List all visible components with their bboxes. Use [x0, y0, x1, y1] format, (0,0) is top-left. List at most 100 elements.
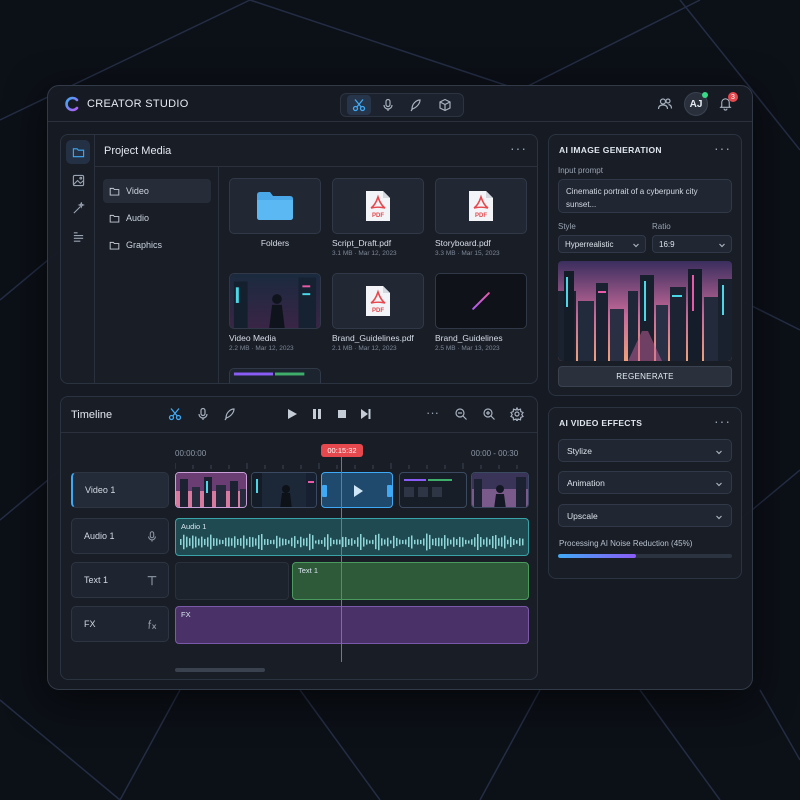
- media-tile-storyboard[interactable]: PDF Storyboard.pdf 3.3 MB · Mar 15, 2023: [435, 178, 527, 257]
- rail-text-button[interactable]: [66, 224, 90, 248]
- ai-image-more-button[interactable]: ···: [714, 140, 731, 156]
- track-name: Video 1: [85, 485, 116, 495]
- video-clip[interactable]: [175, 472, 247, 508]
- cut-tool-button[interactable]: [347, 95, 372, 115]
- scissors-icon[interactable]: [168, 407, 182, 421]
- waveform-bar: [519, 538, 521, 546]
- track-label-fx[interactable]: FX: [71, 606, 169, 642]
- track-name: FX: [84, 619, 96, 629]
- timeline-range: 00:00 - 00:30: [471, 449, 519, 458]
- pdf-file-icon: PDF: [366, 191, 390, 221]
- clip-trim-handle-left[interactable]: [322, 485, 327, 497]
- rail-folder-button[interactable]: [66, 140, 90, 164]
- waveform-bar: [327, 534, 329, 550]
- track-label-text-1[interactable]: Text 1: [71, 562, 169, 598]
- pdf-file-icon: PDF: [366, 286, 390, 316]
- zoom-out-icon[interactable]: [454, 407, 468, 421]
- chevron-down-icon: [719, 243, 725, 248]
- waveform-bar: [417, 539, 419, 545]
- progress-fill: [558, 554, 637, 558]
- media-tile-partial[interactable]: [229, 368, 321, 383]
- waveform-bar: [354, 540, 356, 544]
- timeline-scrollbar[interactable]: [175, 668, 265, 672]
- audio-tool-button[interactable]: [376, 95, 400, 115]
- prompt-input[interactable]: Cinematic portrait of a cyberpunk city s…: [558, 179, 732, 213]
- microphone-icon: [148, 531, 156, 542]
- waveform-bar: [192, 535, 194, 549]
- waveform-bar: [360, 534, 362, 550]
- rail-image-button[interactable]: [66, 168, 90, 192]
- folder-item-graphics[interactable]: Graphics: [103, 233, 211, 257]
- clip-trim-handle-right[interactable]: [387, 485, 392, 497]
- ratio-select[interactable]: 16:9: [652, 235, 732, 253]
- text-clip[interactable]: Text 1: [292, 562, 529, 600]
- waveform-bar: [261, 534, 263, 550]
- waveform-bar: [396, 537, 398, 547]
- tile-thumbnail: [229, 273, 321, 329]
- audio-clip[interactable]: Audio 1: [175, 518, 529, 556]
- media-more-button[interactable]: ···: [510, 140, 527, 156]
- waveform-bar: [459, 536, 461, 548]
- waveform-bar: [501, 537, 503, 547]
- gear-icon[interactable]: [510, 407, 524, 421]
- tile-name: Brand_Guidelines: [435, 333, 503, 343]
- upscale-select[interactable]: Upscale: [558, 504, 732, 527]
- street-clip-thumbnail: [252, 473, 316, 507]
- video-clip[interactable]: [471, 472, 529, 508]
- magic-pen-icon[interactable]: [223, 407, 237, 421]
- magic-wand-icon: [72, 201, 85, 214]
- skip-forward-icon[interactable]: [360, 407, 372, 421]
- generated-image-preview[interactable]: [558, 261, 732, 361]
- user-avatar[interactable]: AJ: [684, 92, 708, 116]
- regenerate-button[interactable]: REGENERATE: [558, 366, 732, 387]
- waveform-bar: [513, 538, 515, 546]
- ai-video-more-button[interactable]: ···: [714, 413, 731, 429]
- chevron-down-icon: [716, 515, 722, 520]
- media-tile-script-draft[interactable]: PDF Script_Draft.pdf 3.1 MB · Mar 12, 20…: [332, 178, 424, 257]
- pause-icon[interactable]: [311, 407, 323, 421]
- zoom-in-icon[interactable]: [482, 407, 496, 421]
- play-icon[interactable]: [286, 407, 298, 421]
- creator-studio-window: CREATOR STUDIO AJ 3 Project Media ··· Vi…: [47, 85, 753, 690]
- video-clip[interactable]: [251, 472, 317, 508]
- scissors-icon: [353, 99, 366, 112]
- animation-select[interactable]: Animation: [558, 471, 732, 494]
- effect-label: Stylize: [567, 445, 593, 456]
- magic-tool-button[interactable]: [404, 95, 428, 115]
- video-clip[interactable]: [399, 472, 467, 508]
- style-select[interactable]: Hyperrealistic: [558, 235, 646, 253]
- stylize-select[interactable]: Stylize: [558, 439, 732, 462]
- media-tile-video-media[interactable]: Video Media 2.2 MB · Mar 12, 2023: [229, 273, 321, 352]
- rail-effects-button[interactable]: [66, 196, 90, 220]
- waveform-bar: [201, 536, 203, 548]
- users-icon[interactable]: [657, 96, 673, 112]
- waveform-bar: [342, 536, 344, 548]
- waveform-bar: [270, 540, 272, 544]
- media-tile-brand-guidelines[interactable]: Brand_Guidelines 2.5 MB · Mar 13, 2023: [435, 273, 527, 352]
- waveform-bar: [435, 538, 437, 546]
- stop-icon[interactable]: [336, 407, 348, 421]
- tile-name: Brand_Guidelines.pdf: [332, 333, 414, 343]
- waveform-bar: [219, 539, 221, 545]
- media-tile-brand-guidelines-pdf[interactable]: PDF Brand_Guidelines.pdf 2.1 MB · Mar 12…: [332, 273, 424, 352]
- media-tile-folders[interactable]: Folders: [229, 178, 321, 248]
- timeline-header-divider: [61, 432, 537, 433]
- waveform-bar: [474, 537, 476, 547]
- effect-label: Upscale: [567, 510, 598, 521]
- playhead-line[interactable]: [341, 457, 342, 662]
- figure-clip-thumbnail: [472, 473, 528, 507]
- track-label-video-1[interactable]: Video 1: [71, 472, 169, 508]
- waveform-bar: [480, 537, 482, 547]
- fx-clip[interactable]: FX: [175, 606, 529, 644]
- waveform-bar: [384, 539, 386, 545]
- 3d-tool-button[interactable]: [433, 95, 457, 115]
- waveform-bar: [381, 538, 383, 546]
- folder-item-audio[interactable]: Audio: [103, 206, 211, 230]
- folder-item-video[interactable]: Video: [103, 179, 211, 203]
- video-clip-selected[interactable]: [321, 472, 393, 508]
- microphone-icon[interactable]: [196, 407, 210, 421]
- timeline-more-button[interactable]: ···: [426, 405, 439, 420]
- track-label-audio-1[interactable]: Audio 1: [71, 518, 169, 554]
- playhead-time-badge[interactable]: 00:15:32: [321, 444, 363, 457]
- waveform-bar: [324, 537, 326, 547]
